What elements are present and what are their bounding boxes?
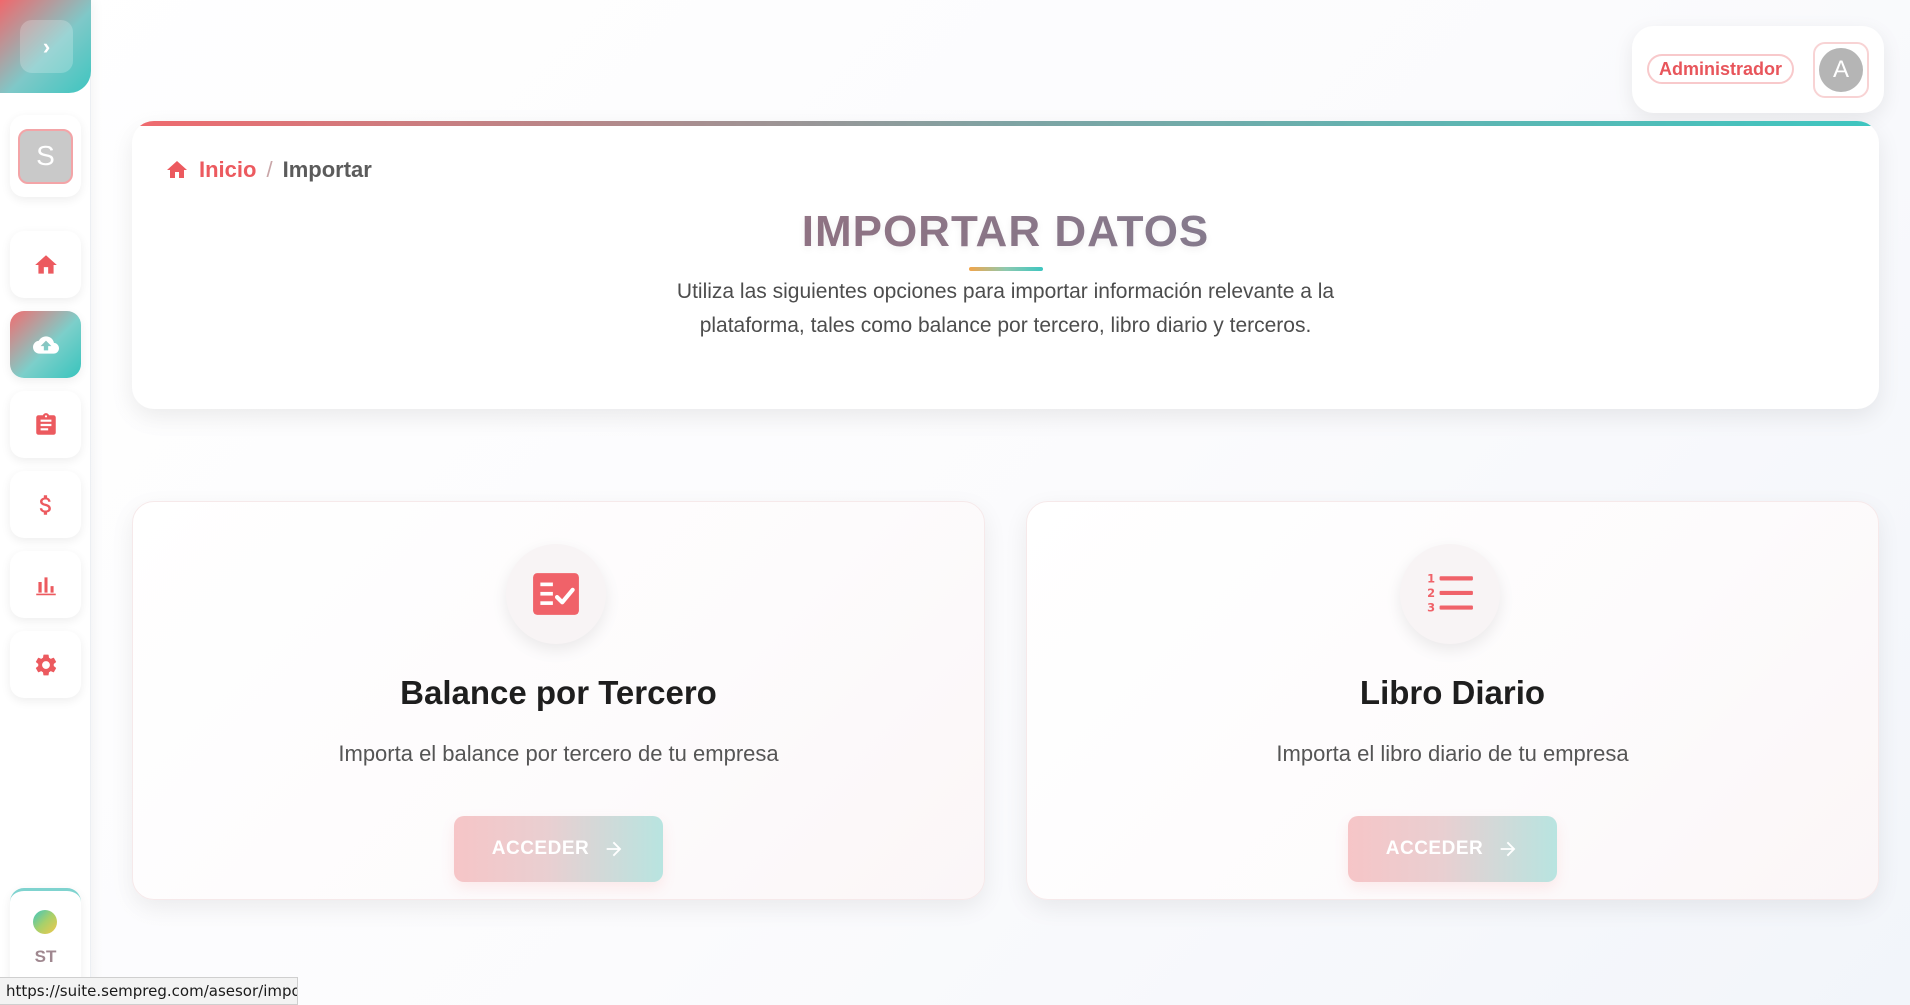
checklist-icon bbox=[506, 544, 606, 644]
access-balance-button[interactable]: ACCEDER bbox=[454, 816, 663, 882]
sidebar: › S ST bbox=[0, 0, 91, 1005]
option-description: Importa el libro diario de tu empresa bbox=[1276, 741, 1629, 766]
access-journal-button[interactable]: ACCEDER bbox=[1348, 816, 1557, 882]
sidebar-header: › bbox=[0, 0, 91, 93]
sidebar-item-home[interactable] bbox=[10, 231, 81, 298]
company-avatar: S bbox=[18, 128, 73, 184]
status-bar-url: https://suite.sempreg.com/asesor/importa… bbox=[0, 977, 298, 1005]
numbered-list-icon: 1 2 3 bbox=[1400, 544, 1500, 644]
page-description: Utiliza las siguientes opciones para imp… bbox=[676, 280, 1335, 337]
arrow-right-icon bbox=[606, 841, 622, 857]
user-initials: ST bbox=[34, 947, 57, 966]
dollar-icon bbox=[39, 494, 51, 515]
profile-menu[interactable]: Administrador A bbox=[1632, 26, 1884, 113]
option-title: Balance por Tercero bbox=[400, 674, 717, 711]
home-icon bbox=[34, 254, 57, 274]
sidebar-item-finance[interactable] bbox=[10, 471, 81, 538]
page-title: IMPORTAR DATOS bbox=[132, 207, 1879, 257]
option-card-journal: 1 2 3 Libro Diario Importa el libro diar… bbox=[1026, 501, 1879, 900]
company-selector[interactable]: S bbox=[10, 115, 81, 197]
page-header-card: Inicio / Importar IMPORTAR DATOS Utiliza… bbox=[132, 121, 1879, 409]
chevron-right-icon: › bbox=[42, 33, 51, 59]
breadcrumb: Inicio / Importar bbox=[165, 155, 372, 185]
breadcrumb-current: Importar bbox=[282, 157, 372, 182]
gear-icon bbox=[35, 654, 56, 675]
option-description: Importa el balance por tercero de tu emp… bbox=[338, 741, 779, 766]
sidebar-toggle-button[interactable]: › bbox=[20, 20, 73, 73]
breadcrumb-home-link[interactable]: Inicio bbox=[199, 157, 256, 183]
svg-text:3: 3 bbox=[1427, 601, 1435, 615]
option-title: Libro Diario bbox=[1359, 674, 1546, 711]
sidebar-item-import[interactable] bbox=[10, 311, 81, 378]
button-label: ACCEDER bbox=[1385, 838, 1484, 859]
sidebar-item-settings[interactable] bbox=[10, 631, 81, 698]
home-icon[interactable] bbox=[165, 158, 189, 182]
role-badge: Administrador bbox=[1647, 54, 1795, 84]
button-label: ACCEDER bbox=[491, 838, 590, 859]
arrow-right-icon bbox=[1500, 841, 1516, 857]
clipboard-icon bbox=[35, 412, 56, 435]
sidebar-item-reports[interactable] bbox=[10, 391, 81, 458]
svg-text:1: 1 bbox=[1427, 572, 1435, 586]
option-card-balance: Balance por Tercero Importa el balance p… bbox=[132, 501, 985, 900]
cloud-upload-icon bbox=[32, 335, 59, 354]
title-underline bbox=[969, 267, 1043, 271]
bar-chart-icon bbox=[35, 576, 56, 595]
sidebar-item-statistics[interactable] bbox=[10, 551, 81, 618]
svg-text:2: 2 bbox=[1427, 586, 1435, 600]
avatar: A bbox=[1819, 48, 1863, 92]
profile-avatar-button[interactable]: A bbox=[1813, 42, 1869, 98]
breadcrumb-separator: / bbox=[266, 157, 273, 182]
user-status-dot bbox=[33, 910, 57, 934]
